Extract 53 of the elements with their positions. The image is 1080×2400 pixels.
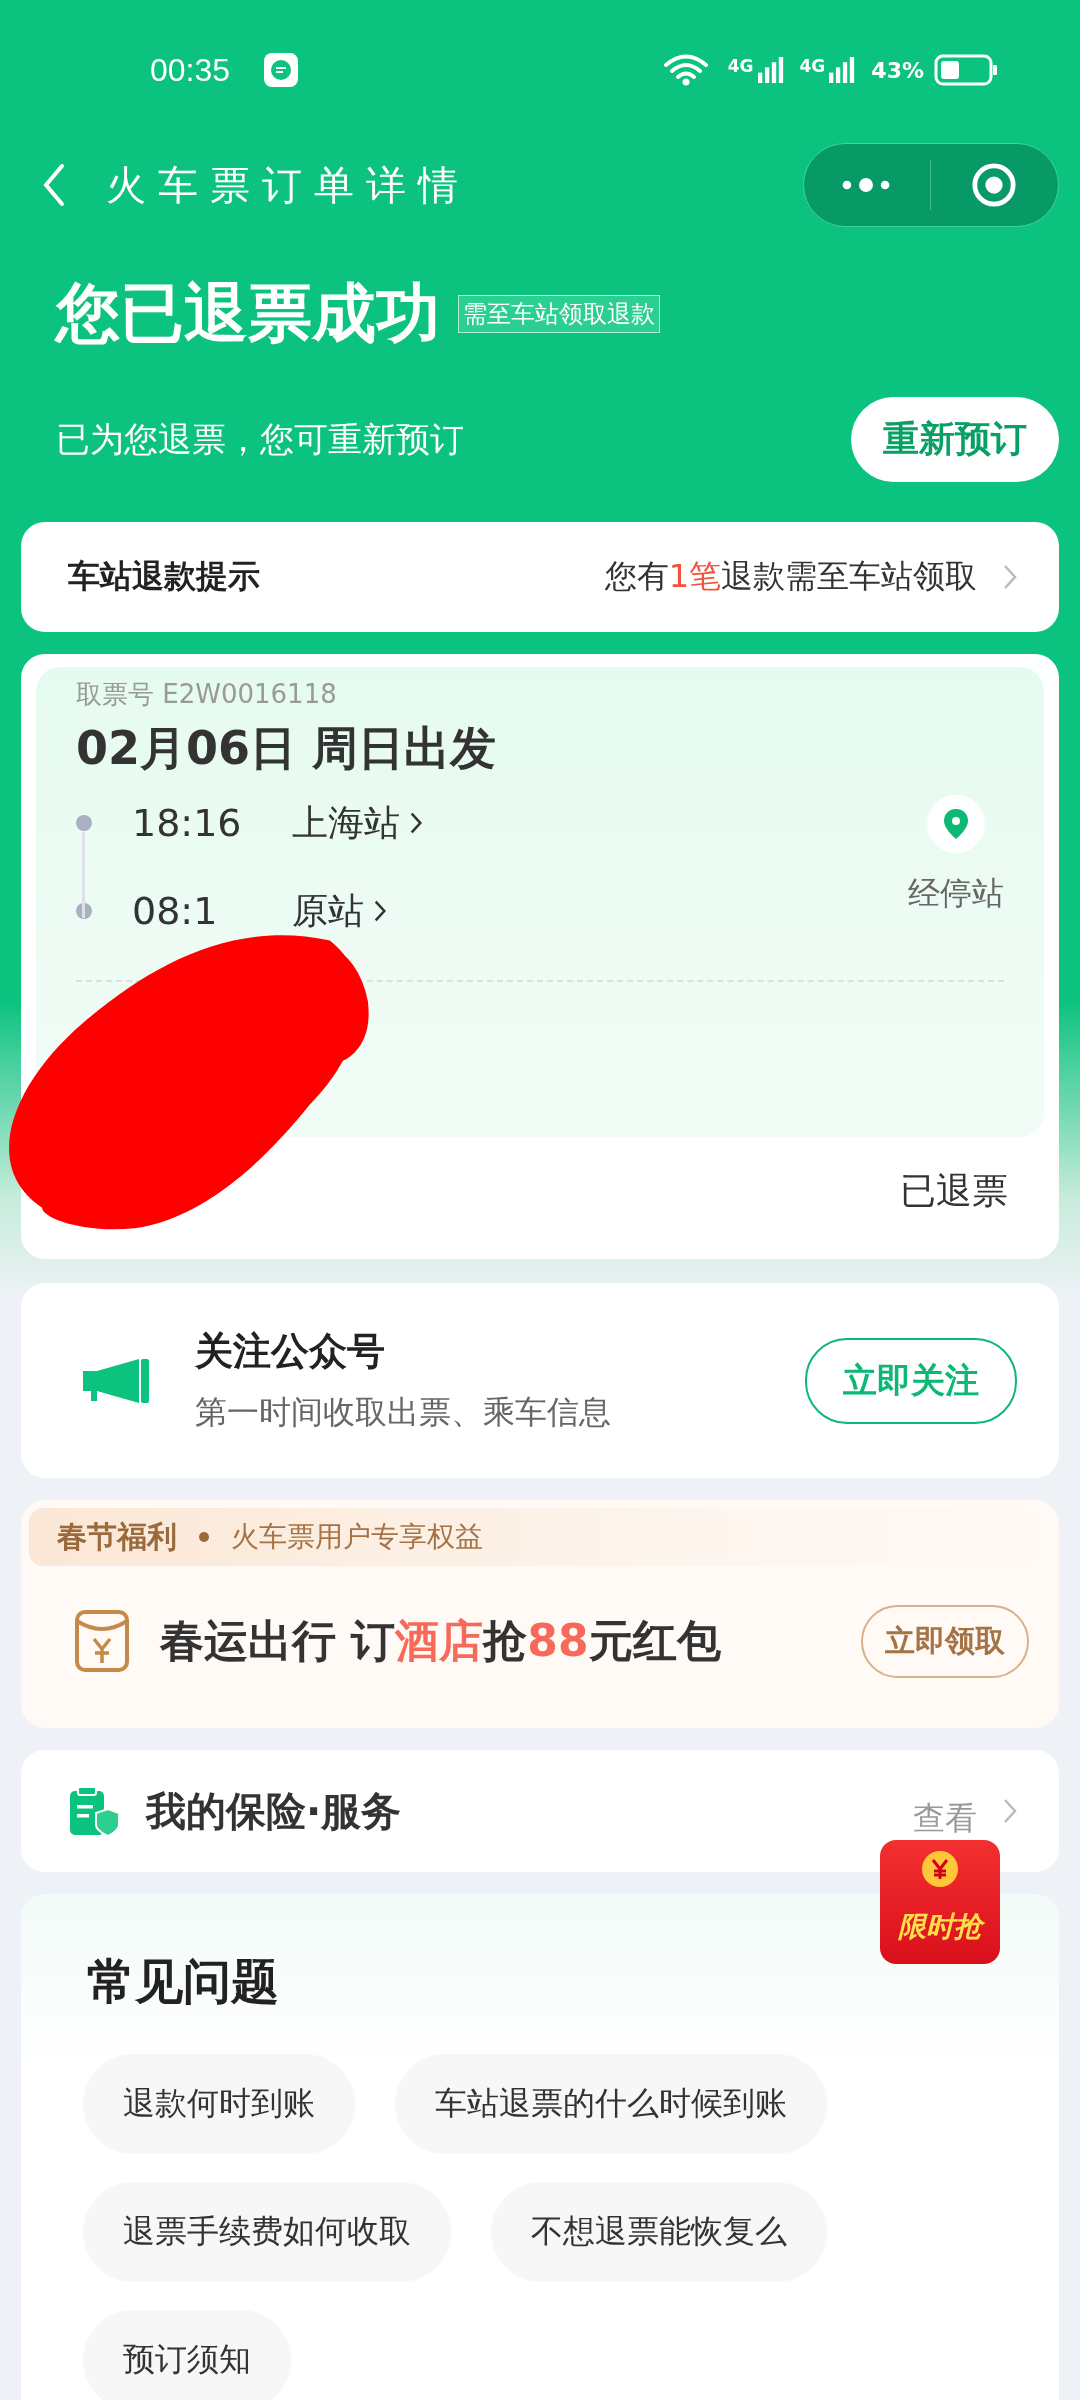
chevron-icon xyxy=(1003,1798,1017,1824)
network-label: 4G xyxy=(727,56,754,76)
faq-chip[interactable]: 车站退票的什么时候到账 xyxy=(395,2054,827,2154)
page-title: 火车票订单详情 xyxy=(106,160,470,210)
faq-title: 常见问题 xyxy=(87,1952,280,2011)
promo-subtitle: 火车票用户专享权益 xyxy=(231,1519,483,1555)
insurance-title: 我的保险·服务 xyxy=(146,1786,402,1836)
megaphone-icon xyxy=(83,1356,151,1405)
status-time: 00:35 xyxy=(150,51,231,89)
signal-icon xyxy=(757,56,784,84)
faq-chip[interactable]: 预订须知 xyxy=(83,2310,291,2400)
stop-dot xyxy=(76,815,92,831)
notice-label: 车站退款提示 xyxy=(68,556,260,597)
chevron-icon xyxy=(374,899,386,923)
faq-chip[interactable]: 退票手续费如何收取 xyxy=(83,2182,451,2282)
stop-time: 08:1 xyxy=(132,889,219,933)
envelope-icon xyxy=(74,1609,130,1673)
claim-button[interactable]: 立即领取 xyxy=(861,1604,1029,1678)
pickup-code: 取票号 E2W0016118 xyxy=(76,678,338,711)
back-icon[interactable] xyxy=(42,163,66,207)
message-icon xyxy=(263,52,300,88)
departure-date: 02月06日 周日出发 xyxy=(76,720,498,777)
close-icon[interactable] xyxy=(971,162,1017,208)
stops-link[interactable]: 经停站 xyxy=(908,872,1004,916)
faq-chip[interactable]: 不想退票能恢复么 xyxy=(491,2182,827,2282)
network-label: 4G xyxy=(799,56,826,76)
faq-chip[interactable]: 退款何时到账 xyxy=(83,2054,355,2154)
chevron-icon xyxy=(410,811,422,835)
more-icon[interactable] xyxy=(840,176,892,194)
rebook-hint: 已为您退票，您可重新预订 xyxy=(56,417,464,461)
follow-subtitle: 第一时间收取出票、乘车信息 xyxy=(195,1392,611,1433)
stop-time: 18:16 xyxy=(132,801,243,845)
clipboard-shield-icon xyxy=(68,1785,120,1837)
notice-card[interactable]: 车站退款提示 您有1笔退款需至车站领取 xyxy=(21,522,1059,632)
promo-tag: 春节福利 xyxy=(57,1516,177,1558)
refund-success-title: 您已退票成功 xyxy=(56,275,440,352)
battery-icon xyxy=(934,54,998,86)
coin-icon xyxy=(921,1850,959,1888)
insurance-card[interactable]: 我的保险·服务 查看 xyxy=(21,1750,1059,1872)
envelope-badge[interactable]: 限时抢 xyxy=(880,1840,1000,1964)
signal-icon xyxy=(829,56,856,84)
promo-title: 春运出行 订酒店抢88元红包 xyxy=(160,1613,721,1668)
station-link[interactable]: 上海站 xyxy=(292,798,400,848)
battery-percent: 43% xyxy=(871,57,924,83)
wifi-icon xyxy=(663,54,708,86)
chevron-icon xyxy=(1003,564,1017,590)
notice-message: 您有1笔退款需至车站领取 xyxy=(604,556,977,597)
ticket-status: 已退票 xyxy=(900,1169,1008,1213)
location-pin-icon[interactable] xyxy=(926,794,986,854)
refund-tag: 需至车站领取退款 xyxy=(458,294,660,333)
follow-title: 关注公众号 xyxy=(195,1328,386,1375)
separator-dot xyxy=(199,1532,209,1542)
station-link[interactable]: 原站 xyxy=(292,886,364,936)
